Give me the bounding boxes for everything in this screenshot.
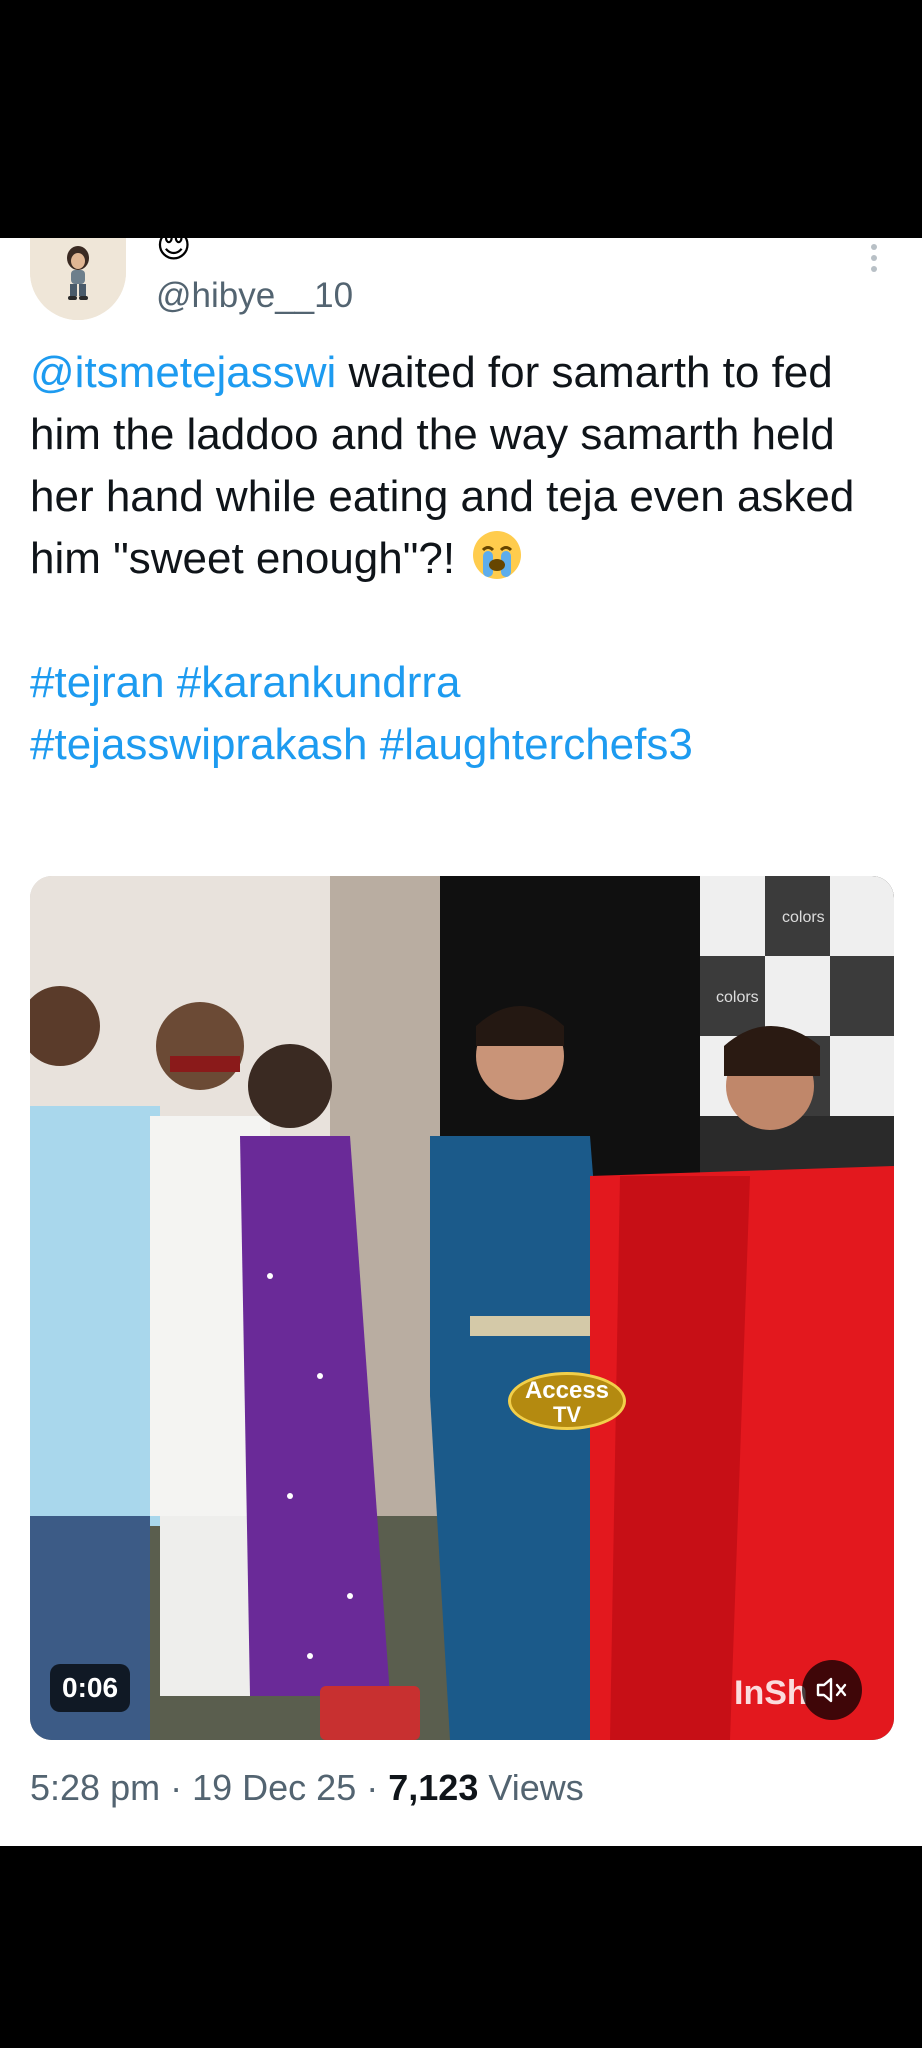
more-options-icon[interactable]	[862, 244, 886, 284]
mute-button[interactable]	[802, 1660, 862, 1720]
navigation-bar-area	[0, 1846, 922, 2048]
tweet-meta: 5:28 pm · 19 Dec 25 · 7,123 Views	[30, 1766, 584, 1810]
display-name-emoji: 😌	[156, 238, 192, 265]
tweet-date[interactable]: 19 Dec 25	[192, 1767, 356, 1808]
access-tv-watermark: Access TV	[508, 1372, 626, 1430]
views-label[interactable]: Views	[488, 1767, 583, 1808]
speaker-muted-icon	[816, 1677, 847, 1703]
video-duration-badge: 0:06	[50, 1664, 131, 1712]
meta-separator: ·	[170, 1767, 183, 1808]
loudly-crying-face-icon	[471, 529, 523, 581]
tweet-time[interactable]: 5:28 pm	[30, 1767, 160, 1808]
meta-separator: ·	[366, 1767, 379, 1808]
tweet-detail: 😌 @hibye__10 @itsmetejasswi waited for s…	[0, 238, 922, 1846]
status-bar-area	[0, 0, 922, 238]
user-handle[interactable]: @hibye__10	[156, 274, 353, 318]
video-player[interactable]: colors colors Access TV InSh 0:06	[30, 876, 894, 1740]
video-frame: colors colors	[30, 876, 894, 1740]
inshot-watermark: InSh	[734, 1674, 808, 1712]
hashtag-link[interactable]: #tejasswiprakash	[30, 720, 368, 769]
svg-text:colors: colors	[716, 989, 759, 1006]
hashtag-link[interactable]: #karankundrra	[177, 658, 461, 707]
hashtag-link[interactable]: #laughterchefs3	[380, 720, 693, 769]
views-count[interactable]: 7,123	[388, 1767, 478, 1808]
mention-link[interactable]: @itsmetejasswi	[30, 348, 336, 397]
avatar[interactable]	[30, 238, 126, 320]
svg-text:colors: colors	[782, 909, 825, 926]
hashtag-link[interactable]: #tejran	[30, 658, 165, 707]
tweet-text: @itsmetejasswi waited for samarth to fed…	[30, 342, 890, 776]
